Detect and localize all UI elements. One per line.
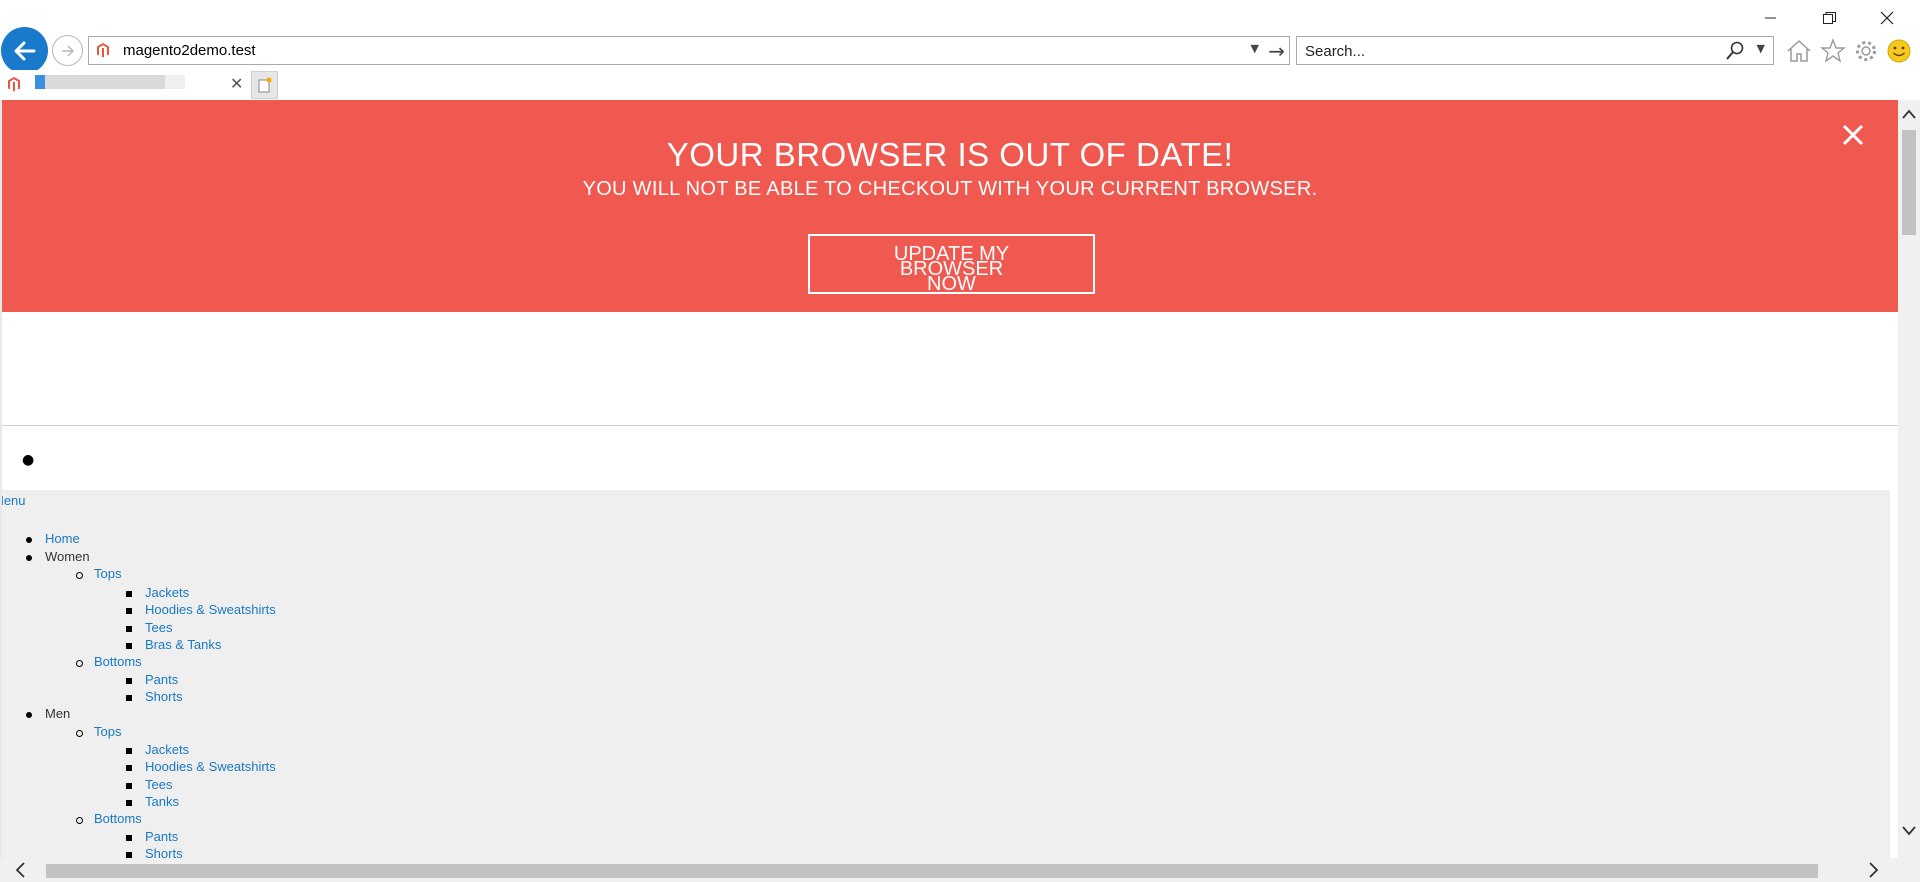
gear-icon bbox=[1856, 41, 1876, 61]
vertical-scrollbar[interactable] bbox=[1898, 100, 1920, 860]
minimize-button[interactable] bbox=[1748, 4, 1794, 32]
menu-item-men-pants[interactable]: Pants bbox=[145, 829, 178, 844]
minimize-icon bbox=[1765, 17, 1776, 19]
menu-item-men-hoodies[interactable]: Hoodies & Sweatshirts bbox=[145, 759, 276, 774]
page-header bbox=[2, 312, 1898, 426]
go-arrow-icon[interactable]: → bbox=[1268, 39, 1285, 63]
bullet-square bbox=[126, 783, 132, 789]
menu-item-men-bottoms[interactable]: Bottoms bbox=[94, 811, 142, 826]
scrollbar-corner bbox=[1898, 858, 1920, 882]
close-icon bbox=[1880, 11, 1894, 25]
feedback-button[interactable] bbox=[1884, 36, 1914, 66]
arrow-left-icon bbox=[14, 41, 35, 60]
restore-icon bbox=[1822, 11, 1836, 24]
browser-chrome: magento2demo.test ▼ → ▼ bbox=[0, 0, 1920, 100]
menu-item-men-tees[interactable]: Tees bbox=[145, 777, 172, 792]
menu-item-women-bottoms[interactable]: Bottoms bbox=[94, 654, 142, 669]
search-dropdown-icon[interactable]: ▼ bbox=[1757, 42, 1765, 55]
settings-button[interactable] bbox=[1851, 36, 1881, 66]
home-icon bbox=[1787, 39, 1811, 62]
horizontal-scrollbar[interactable] bbox=[0, 858, 1898, 882]
restore-button[interactable] bbox=[1806, 4, 1852, 32]
bullet-square bbox=[126, 643, 132, 649]
bullet-circle bbox=[76, 817, 83, 824]
menu-item-home[interactable]: Home bbox=[45, 531, 80, 546]
tab-close-icon[interactable]: ✕ bbox=[230, 74, 243, 93]
home-button[interactable] bbox=[1784, 36, 1814, 66]
bullet-circle bbox=[76, 730, 83, 737]
menu-item-women-pants[interactable]: Pants bbox=[145, 672, 178, 687]
bullet-circle bbox=[76, 660, 83, 667]
scroll-down-arrow-icon[interactable] bbox=[1902, 825, 1916, 837]
address-url[interactable]: magento2demo.test bbox=[123, 42, 256, 59]
banner-title: YOUR BROWSER IS OUT OF DATE! bbox=[666, 136, 1234, 173]
vertical-scroll-thumb[interactable] bbox=[1902, 130, 1916, 235]
menu-toggle-link[interactable]: Menu bbox=[2, 493, 26, 508]
menu-item-men-tops[interactable]: Tops bbox=[94, 724, 121, 739]
search-bar[interactable]: ▼ bbox=[1296, 36, 1774, 65]
menu-item-women-bras[interactable]: Bras & Tanks bbox=[145, 637, 221, 652]
smiley-icon bbox=[1887, 39, 1911, 63]
forward-button[interactable] bbox=[52, 35, 83, 66]
browser-tab[interactable]: ✕ bbox=[0, 70, 250, 100]
bullet-square bbox=[126, 695, 132, 701]
back-button[interactable] bbox=[1, 27, 48, 74]
address-bar[interactable]: magento2demo.test ▼ → bbox=[88, 36, 1290, 65]
horizontal-scroll-thumb[interactable] bbox=[46, 864, 1818, 878]
scroll-left-arrow-icon[interactable] bbox=[14, 862, 26, 878]
bullet-square bbox=[126, 608, 132, 614]
magento-favicon-icon bbox=[97, 43, 109, 58]
bullet-square bbox=[126, 626, 132, 632]
bullet-disc bbox=[26, 555, 32, 561]
outdated-browser-banner: YOUR BROWSER IS OUT OF DATE! YOU WILL NO… bbox=[2, 100, 1898, 312]
search-icon[interactable] bbox=[1725, 41, 1745, 61]
address-dropdown-icon[interactable]: ▼ bbox=[1251, 42, 1259, 55]
bullet-square bbox=[126, 800, 132, 806]
menu-item-men[interactable]: Men bbox=[45, 706, 70, 721]
bullet-square bbox=[126, 835, 132, 841]
menu-item-women-shorts[interactable]: Shorts bbox=[145, 689, 183, 704]
bullet-disc bbox=[26, 537, 32, 543]
menu-item-women[interactable]: Women bbox=[45, 549, 90, 564]
scroll-up-arrow-icon[interactable] bbox=[1902, 108, 1916, 120]
bullet-square bbox=[126, 591, 132, 597]
new-tab-button[interactable] bbox=[251, 71, 278, 99]
bullet-square bbox=[126, 748, 132, 754]
bullet-circle bbox=[76, 572, 83, 579]
menu-item-women-jackets[interactable]: Jackets bbox=[145, 585, 189, 600]
search-input[interactable] bbox=[1305, 39, 1705, 63]
bullet-square bbox=[126, 678, 132, 684]
banner-close-icon[interactable] bbox=[1838, 120, 1868, 150]
arrow-right-icon bbox=[61, 44, 74, 57]
banner-subtitle: YOU WILL NOT BE ABLE TO CHECKOUT WITH YO… bbox=[582, 178, 1318, 200]
close-window-button[interactable] bbox=[1864, 4, 1910, 32]
bullet-marker: ● bbox=[22, 452, 35, 468]
update-browser-button[interactable]: UPDATE MY BROWSER NOW bbox=[808, 234, 1095, 294]
update-browser-button-line2: NOW bbox=[927, 273, 976, 295]
page-viewport: YOUR BROWSER IS OUT OF DATE! YOU WILL NO… bbox=[0, 100, 1898, 860]
menu-item-men-jackets[interactable]: Jackets bbox=[145, 742, 189, 757]
menu-item-women-tops[interactable]: Tops bbox=[94, 566, 121, 581]
menu-item-women-hoodies[interactable]: Hoodies & Sweatshirts bbox=[145, 602, 276, 617]
bullet-disc bbox=[26, 712, 32, 718]
menu-item-women-tees[interactable]: Tees bbox=[145, 620, 172, 635]
favorites-button[interactable] bbox=[1818, 36, 1848, 66]
bullet-square bbox=[126, 765, 132, 771]
scroll-right-arrow-icon[interactable] bbox=[1868, 862, 1880, 878]
magento-favicon-icon bbox=[8, 77, 20, 92]
tab-title-loading bbox=[35, 75, 185, 89]
navigation-menu: Menu Home Women Tops Jackets Hoodies & S… bbox=[2, 490, 1890, 860]
new-tab-icon bbox=[258, 77, 271, 93]
menu-item-men-tanks[interactable]: Tanks bbox=[145, 794, 179, 809]
star-icon bbox=[1820, 38, 1846, 63]
